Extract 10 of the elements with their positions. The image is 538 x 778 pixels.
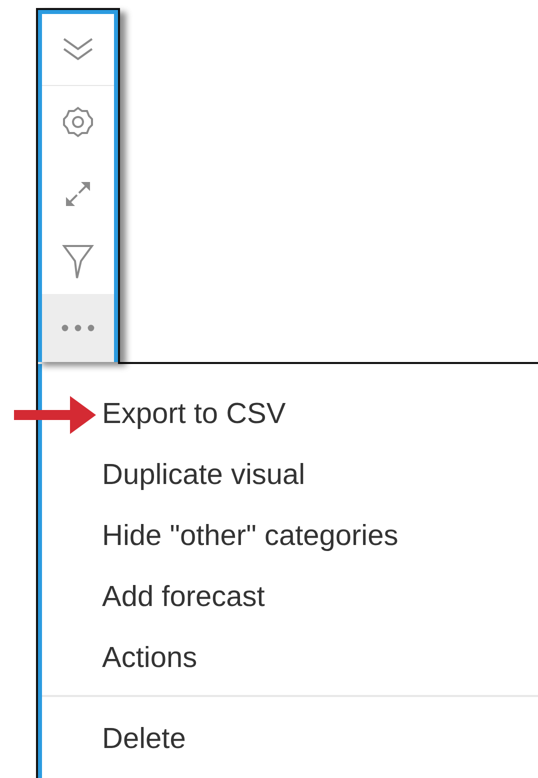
- menu-item[interactable]: Duplicate visual: [42, 445, 538, 506]
- menu-item[interactable]: Actions: [42, 628, 538, 689]
- filter-icon: [62, 243, 94, 281]
- more-icon: [60, 324, 96, 332]
- expand-icon: [63, 179, 93, 209]
- menu-item[interactable]: Delete: [42, 709, 538, 770]
- menu-item[interactable]: Export to CSV: [42, 384, 538, 445]
- menu-item[interactable]: Add forecast: [42, 567, 538, 628]
- menu-item[interactable]: Hide "other" categories: [42, 506, 538, 567]
- settings-icon: [61, 105, 95, 139]
